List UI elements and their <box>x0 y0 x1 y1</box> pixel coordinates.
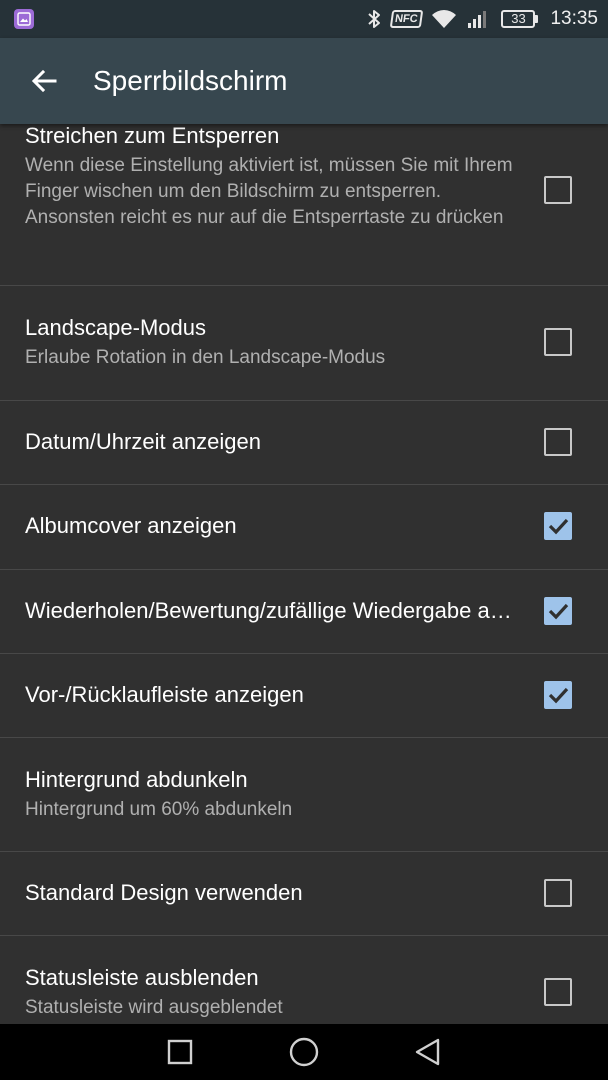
pref-summary: Statusleiste wird ausgeblendet <box>25 997 283 1018</box>
pref-title: Vor-/Rücklaufleiste anzeigen <box>25 682 304 707</box>
pref-summary: Erlaube Rotation in den Landscape-Modus <box>25 347 386 368</box>
home-button[interactable] <box>242 1024 366 1080</box>
pref-show-seekbar[interactable]: Vor-/Rücklaufleiste anzeigen <box>0 654 608 738</box>
preference-list[interactable]: Streichen zum Entsperren Wenn diese Eins… <box>0 124 608 1024</box>
back-triangle-icon <box>415 1038 440 1066</box>
bluetooth-icon <box>367 9 381 29</box>
arrow-back-icon <box>31 69 57 93</box>
pref-title: Standard Design verwenden <box>25 880 303 905</box>
pref-summary: Hintergrund um 60% abdunkeln <box>25 799 293 820</box>
back-button[interactable] <box>16 53 72 109</box>
status-bar-notifications <box>14 9 34 29</box>
checkbox-checked[interactable] <box>544 597 572 625</box>
pref-hide-status-bar[interactable]: Statusleiste ausblenden Statusleiste wir… <box>0 936 608 1024</box>
pref-summary: Wenn diese Einstellung aktiviert ist, mü… <box>25 155 513 228</box>
battery-level: 33 <box>501 10 536 28</box>
pref-title: Wiederholen/Bewertung/zufällige Wiederga… <box>25 598 516 623</box>
pref-title: Albumcover anzeigen <box>25 513 237 538</box>
checkmark-icon <box>548 603 569 620</box>
wifi-icon <box>431 9 457 29</box>
checkmark-icon <box>548 518 569 535</box>
pref-show-album-cover[interactable]: Albumcover anzeigen <box>0 485 608 570</box>
status-clock: 13:35 <box>550 8 598 29</box>
checkbox-checked[interactable] <box>544 512 572 540</box>
checkbox[interactable] <box>544 328 572 356</box>
nav-back-button[interactable] <box>366 1024 490 1080</box>
signal-icon <box>467 9 491 29</box>
pref-title: Statusleiste ausblenden <box>25 965 259 990</box>
pref-show-repeat-rating-shuffle[interactable]: Wiederholen/Bewertung/zufällige Wiederga… <box>0 570 608 654</box>
nfc-icon: NFC <box>389 10 423 28</box>
recents-button[interactable] <box>118 1024 242 1080</box>
page-title: Sperrbildschirm <box>93 65 288 96</box>
status-bar-system-icons: NFC 33 13:35 <box>367 8 598 30</box>
checkbox[interactable] <box>544 978 572 1006</box>
checkbox-checked[interactable] <box>544 681 572 709</box>
checkbox[interactable] <box>544 879 572 907</box>
gallery-notification-icon <box>14 9 34 29</box>
pref-swipe-to-unlock[interactable]: Streichen zum Entsperren Wenn diese Eins… <box>0 124 608 286</box>
navigation-bar <box>0 1024 608 1080</box>
checkbox[interactable] <box>544 428 572 456</box>
checkmark-icon <box>548 687 569 704</box>
pref-landscape-mode[interactable]: Landscape-Modus Erlaube Rotation in den … <box>0 286 608 401</box>
pref-title: Landscape-Modus <box>25 315 207 340</box>
pref-title: Hintergrund abdunkeln <box>25 767 248 792</box>
app-bar: Sperrbildschirm <box>0 38 608 124</box>
pref-title: Streichen zum Entsperren <box>25 124 280 148</box>
recents-square-icon <box>167 1039 193 1065</box>
status-bar: NFC 33 13:35 <box>0 0 608 38</box>
pref-show-date-time[interactable]: Datum/Uhrzeit anzeigen <box>0 401 608 485</box>
pref-dim-background[interactable]: Hintergrund abdunkeln Hintergrund um 60%… <box>0 738 608 852</box>
checkbox[interactable] <box>544 176 572 204</box>
home-circle-icon <box>289 1037 319 1067</box>
pref-use-default-design[interactable]: Standard Design verwenden <box>0 852 608 936</box>
pref-title: Datum/Uhrzeit anzeigen <box>25 429 262 454</box>
battery-icon: 33 <box>501 10 539 28</box>
